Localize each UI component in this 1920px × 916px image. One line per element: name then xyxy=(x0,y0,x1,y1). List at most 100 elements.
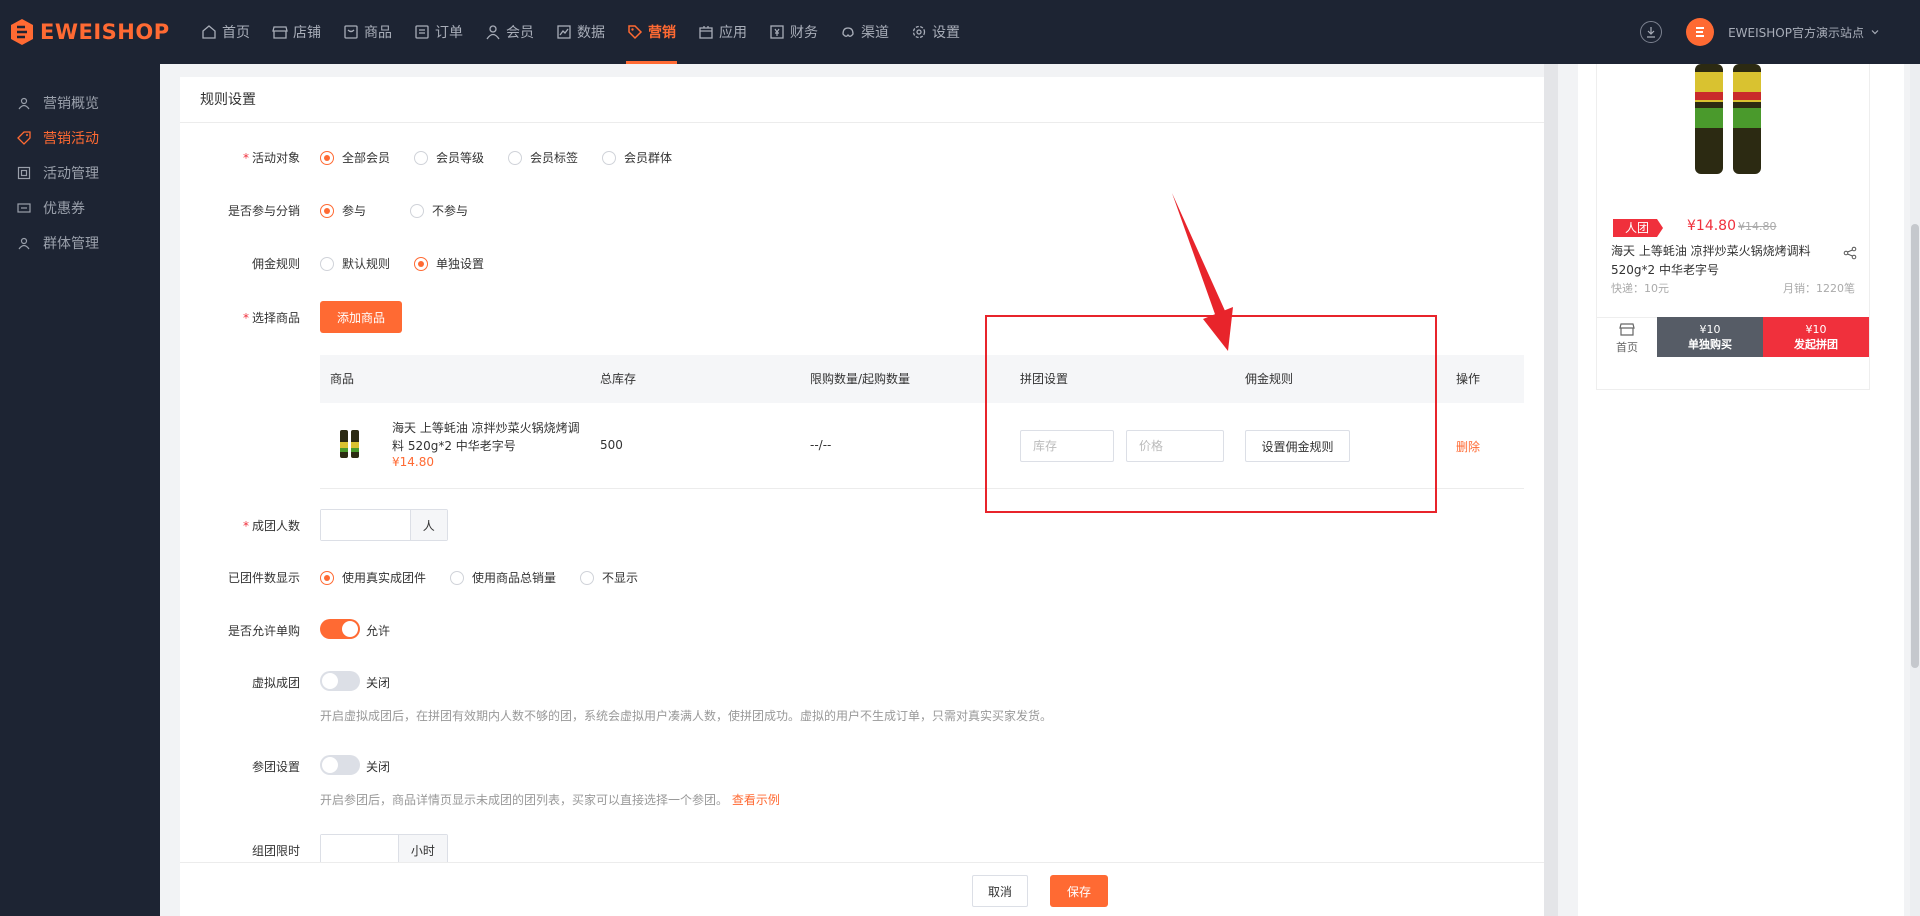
product-limit: --/-- xyxy=(810,438,832,452)
distribution-label: 是否参与分销 xyxy=(227,204,300,218)
content-scrollbar[interactable] xyxy=(1544,64,1558,916)
preview-price: ¥14.80 xyxy=(1687,218,1736,234)
virtual-group-switch[interactable] xyxy=(320,671,360,691)
nav-item-store[interactable]: 店铺 xyxy=(261,0,332,64)
account-area: EWEISHOP官方演示站点 xyxy=(1640,0,1880,64)
group-size-field[interactable] xyxy=(321,510,410,540)
join-group-label: 参团设置 xyxy=(251,760,300,774)
join-group-switch[interactable] xyxy=(320,755,360,775)
group-count-label: 已团件数显示 xyxy=(227,571,300,585)
sidebar-item-activities[interactable]: 营销活动 xyxy=(0,120,160,155)
order-icon xyxy=(415,25,429,39)
join-group-hint: 开启参团后，商品详情页显示未成团的团列表，买家可以直接选择一个参团。 查看示例 xyxy=(320,793,780,807)
preview-launch-group-button[interactable]: ¥10 发起拼团 xyxy=(1763,317,1869,357)
radio-not-participate[interactable]: 不参与 xyxy=(410,202,468,219)
allow-single-label: 是否允许单购 xyxy=(227,624,300,638)
allow-single-state: 允许 xyxy=(366,624,391,638)
store-name[interactable]: EWEISHOP官方演示站点 xyxy=(1728,24,1864,41)
virtual-group-label: 虚拟成团 xyxy=(251,676,300,690)
preview-card: 人团 ¥14.80 ¥14.80 海天 上等蚝油 凉拌炒菜火锅烧烤调料 520g… xyxy=(1596,64,1870,390)
coupon-icon xyxy=(17,202,31,213)
target-radio-group: 全部会员 会员等级 会员标签 会员群体 xyxy=(320,149,696,166)
data-icon xyxy=(557,25,571,39)
preview-title: 海天 上等蚝油 凉拌炒菜火锅烧烤调料 520g*2 中华老字号 xyxy=(1611,244,1811,277)
virtual-group-state: 关闭 xyxy=(366,676,391,690)
page-scrollbar-thumb[interactable] xyxy=(1911,224,1919,668)
member-icon xyxy=(486,25,500,40)
nav-item-app[interactable]: 应用 xyxy=(687,0,758,64)
nav-item-member[interactable]: 会员 xyxy=(474,0,545,64)
distribution-radio-group: 参与 不参与 xyxy=(320,202,492,219)
add-goods-button[interactable]: 添加商品 xyxy=(320,301,402,333)
save-button[interactable]: 保存 xyxy=(1050,875,1108,907)
sidebar-item-label: 优惠券 xyxy=(43,200,85,217)
download-icon[interactable] xyxy=(1640,21,1663,43)
col-goods: 商品 xyxy=(330,372,355,386)
delete-link[interactable]: 删除 xyxy=(1456,438,1480,455)
brand-logo[interactable]: EWEISHOP xyxy=(10,18,170,46)
radio-member-group[interactable]: 会员群体 xyxy=(602,149,672,166)
nav-item-data[interactable]: 数据 xyxy=(545,0,616,64)
col-action: 操作 xyxy=(1456,372,1481,386)
radio-member-level[interactable]: 会员等级 xyxy=(414,149,484,166)
sidebar-item-group[interactable]: 群体管理 xyxy=(0,225,160,260)
radio-hide[interactable]: 不显示 xyxy=(580,569,638,586)
preview-action-bar: 首页 ¥10 单独购买 ¥10 发起拼团 xyxy=(1597,317,1869,357)
sidebar-item-manage[interactable]: 活动管理 xyxy=(0,155,160,190)
main-nav: 首页 店铺 商品 订单 会员 数据 营销 应用 财务 渠道 设置 xyxy=(190,0,971,64)
radio-default-rule[interactable]: 默认规则 xyxy=(320,255,390,272)
radio-participate[interactable]: 参与 xyxy=(320,202,366,219)
nav-label: 营销 xyxy=(648,25,676,41)
preview-shipping: 快递：10元 xyxy=(1611,282,1669,295)
nav-label: 设置 xyxy=(932,25,960,41)
nav-label: 订单 xyxy=(435,25,463,41)
nav-label: 数据 xyxy=(577,25,605,41)
sidebar-item-coupon[interactable]: 优惠券 xyxy=(0,190,160,225)
sidebar: 营销概览 营销活动 活动管理 优惠券 群体管理 xyxy=(0,64,160,916)
store-icon xyxy=(1619,322,1635,336)
chevron-down-icon[interactable] xyxy=(1870,27,1880,37)
view-example-link[interactable]: 查看示例 xyxy=(732,793,780,807)
store-icon xyxy=(272,26,288,39)
group-count-radio-group: 使用真实成团件 使用商品总销量 不显示 xyxy=(320,569,662,586)
target-label: * 活动对象 xyxy=(242,151,300,165)
nav-item-settings[interactable]: 设置 xyxy=(900,0,971,64)
product-price: ¥14.80 xyxy=(392,455,434,469)
nav-item-finance[interactable]: 财务 xyxy=(758,0,829,64)
card-title: 规则设置 xyxy=(180,77,1544,123)
nav-label: 渠道 xyxy=(861,25,889,41)
share-icon[interactable] xyxy=(1843,246,1857,260)
time-limit-field[interactable] xyxy=(321,835,398,865)
radio-all-members[interactable]: 全部会员 xyxy=(320,149,390,166)
preview-sales: 月销：1220笔 xyxy=(1783,282,1855,295)
nav-item-channel[interactable]: 渠道 xyxy=(829,0,900,64)
home-icon xyxy=(202,25,216,39)
sidebar-item-overview[interactable]: 营销概览 xyxy=(0,85,160,120)
nav-label: 首页 xyxy=(222,25,250,41)
nav-label: 应用 xyxy=(719,25,747,41)
join-group-state: 关闭 xyxy=(366,760,391,774)
preview-solo-buy-button[interactable]: ¥10 单独购买 xyxy=(1657,317,1763,357)
nav-item-home[interactable]: 首页 xyxy=(190,0,261,64)
sidebar-item-label: 活动管理 xyxy=(43,165,99,182)
group-size-input[interactable]: 人 xyxy=(320,509,448,541)
radio-real-count[interactable]: 使用真实成团件 xyxy=(320,569,426,586)
nav-item-marketing[interactable]: 营销 xyxy=(616,0,687,64)
radio-custom-rule[interactable]: 单独设置 xyxy=(414,255,484,272)
radio-member-tag[interactable]: 会员标签 xyxy=(508,149,578,166)
product-image xyxy=(1695,64,1761,174)
product-name[interactable]: 海天 上等蚝油 凉拌炒菜火锅烧烤调料 520g*2 中华老字号 xyxy=(392,419,588,455)
cancel-button[interactable]: 取消 xyxy=(972,875,1028,907)
goods-label: * 选择商品 xyxy=(242,311,300,325)
nav-item-goods[interactable]: 商品 xyxy=(332,0,403,64)
main-content: 规则设置 * 活动对象 全部会员 会员等级 会员标签 会员群体 是否参与分销 参与… xyxy=(160,64,1544,916)
time-limit-unit: 小时 xyxy=(397,835,447,865)
nav-item-order[interactable]: 订单 xyxy=(403,0,474,64)
radio-total-sales[interactable]: 使用商品总销量 xyxy=(450,569,556,586)
nav-label: 商品 xyxy=(364,25,392,41)
avatar[interactable] xyxy=(1686,18,1715,46)
group-badge: 人团 xyxy=(1613,219,1664,237)
allow-single-switch[interactable] xyxy=(320,619,360,639)
brand-name: EWEISHOP xyxy=(40,20,170,44)
preview-home-button[interactable]: 首页 xyxy=(1597,317,1657,357)
